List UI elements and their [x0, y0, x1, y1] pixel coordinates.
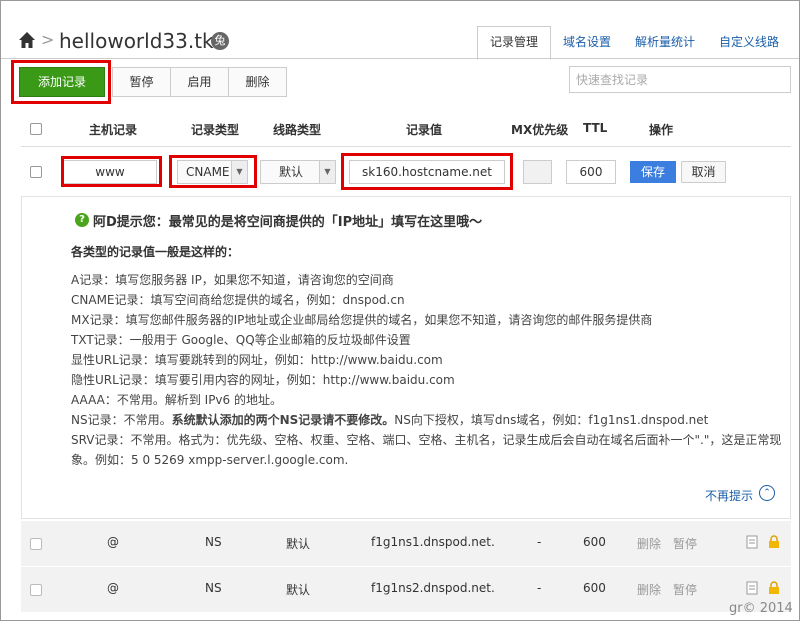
tip-ns-prefix: NS记录：不常用。 [71, 413, 172, 427]
app-frame: > helloworld33.tk 兔 记录管理 域名设置 解析量统计 自定义线… [0, 0, 800, 621]
table-header: 主机记录 记录类型 线路类型 记录值 MX优先级 TTL 操作 [21, 111, 791, 147]
row-checkbox[interactable] [30, 538, 42, 550]
line-type-select[interactable]: 默认 ▼ [260, 160, 336, 184]
domain-badge-icon[interactable]: 兔 [211, 32, 229, 50]
lock-icon [769, 535, 779, 548]
column-ttl: TTL [583, 121, 608, 135]
delete-button[interactable]: 删除 [228, 67, 287, 97]
tips-list: A记录：填写您服务器 IP，如果您不知道，请咨询您的空间商 CNAME记录：填写… [71, 270, 783, 470]
table-row: @ NS 默认 f1g1ns2.dnspod.net. - 600 删除 暂停 [21, 567, 791, 613]
tip-ns-warning: 系统默认添加的两个NS记录请不要修改。 [171, 413, 395, 427]
tab-bar: 记录管理 域名设置 解析量统计 自定义线路 [477, 26, 791, 60]
save-button[interactable]: 保存 [630, 161, 676, 183]
line-type-value: 默认 [279, 165, 304, 179]
row-delete-link[interactable]: 删除 [637, 535, 661, 552]
record-type: NS [205, 581, 222, 595]
record-ttl: 600 [583, 535, 606, 549]
record-line: 默认 [286, 537, 311, 551]
tip-a-record: A记录：填写您服务器 IP，如果您不知道，请咨询您的空间商 [71, 273, 394, 287]
cancel-button[interactable]: 取消 [681, 161, 726, 183]
record-value: f1g1ns1.dnspod.net. [371, 535, 495, 549]
tab-divider [1, 58, 799, 59]
breadcrumb-separator: > [41, 30, 55, 49]
enable-button[interactable]: 启用 [170, 67, 229, 97]
highlight-box-host [61, 156, 162, 187]
tip-txt-record: TXT记录：一般用于 Google、QQ等企业邮箱的反垃圾邮件设置 [71, 333, 411, 347]
search-input[interactable] [569, 66, 791, 93]
record-mx: - [537, 535, 542, 549]
lock-icon [769, 581, 779, 594]
highlight-box-add [11, 60, 111, 104]
record-host: @ [107, 581, 119, 595]
table-row: @ NS 默认 f1g1ns1.dnspod.net. - 600 删除 暂停 [21, 521, 791, 567]
watermark: gr© 2014 [729, 601, 793, 616]
tip-url-record: 显性URL记录：填写要跳转到的网址，例如：http://www.baidu.co… [71, 353, 443, 367]
highlight-box-type [169, 155, 257, 188]
dismiss-tips-link[interactable]: 不再提示 [705, 487, 753, 504]
record-value: f1g1ns2.dnspod.net. [371, 581, 495, 595]
row-delete-link[interactable]: 删除 [637, 581, 661, 598]
tips-title: 阿D提示您：最常见的是将空间商提供的「IP地址」填写在这里哦～ [93, 215, 483, 230]
collapse-icon[interactable]: ⌃ [759, 485, 775, 501]
column-type: 记录类型 [191, 123, 240, 137]
select-all-checkbox[interactable] [30, 123, 42, 135]
domain-title: helloworld33.tk [59, 29, 214, 53]
column-mx: MX优先级 [511, 123, 569, 137]
row-pause-link[interactable]: 暂停 [673, 535, 697, 552]
tip-ns-record: NS记录：不常用。系统默认添加的两个NS记录请不要修改。NS向下授权，填写dns… [71, 410, 783, 430]
row-checkbox[interactable] [30, 584, 42, 596]
column-host: 主机记录 [89, 123, 138, 137]
tip-ns-suffix: NS向下授权，填写dns域名，例如：f1g1ns1.dnspod.net [394, 413, 709, 427]
row-pause-link[interactable]: 暂停 [673, 581, 697, 598]
record-line: 默认 [286, 583, 311, 597]
column-line: 线路类型 [273, 123, 322, 137]
tip-mx-record: MX记录：填写您邮件服务器的IP地址或企业邮局给您提供的域名，如果您不知道，请咨… [71, 313, 653, 327]
record-host: @ [107, 535, 119, 549]
home-icon[interactable] [18, 31, 36, 49]
mx-priority-input[interactable] [523, 160, 552, 184]
dropdown-arrow-icon: ▼ [319, 161, 335, 183]
record-action-group: 暂停 启用 删除 [112, 67, 287, 97]
note-icon[interactable] [745, 581, 759, 595]
tip-srv-record: SRV记录：不常用。格式为：优先级、空格、权重、空格、端口、空格、主机名，记录生… [71, 433, 782, 467]
tip-aaaa-record: AAAA：不常用。解析到 IPv6 的地址。 [71, 393, 282, 407]
tab-statistics[interactable]: 解析量统计 [623, 26, 707, 59]
tab-custom-lines[interactable]: 自定义线路 [707, 26, 791, 59]
tip-cname-record: CNAME记录：填写空间商给您提供的域名，例如：dnspod.cn [71, 293, 405, 307]
tip-hidden-url-record: 隐性URL记录：填写要引用内容的网址，例如：http://www.baidu.c… [71, 373, 455, 387]
highlight-box-value [341, 153, 513, 190]
row-checkbox[interactable] [30, 166, 42, 178]
record-ttl: 600 [583, 581, 606, 595]
record-type: NS [205, 535, 222, 549]
note-icon[interactable] [745, 535, 759, 549]
help-icon: ? [75, 213, 89, 227]
tab-domain-settings[interactable]: 域名设置 [551, 26, 623, 59]
column-value: 记录值 [406, 123, 443, 137]
record-mx: - [537, 581, 542, 595]
tips-subtitle: 各类型的记录值一般是这样的： [71, 245, 240, 259]
tab-records[interactable]: 记录管理 [477, 26, 552, 60]
ttl-input[interactable]: 600 [566, 160, 616, 184]
pause-button[interactable]: 暂停 [112, 67, 171, 97]
header: > helloworld33.tk 兔 记录管理 域名设置 解析量统计 自定义线… [1, 1, 799, 60]
column-ops: 操作 [649, 123, 674, 137]
